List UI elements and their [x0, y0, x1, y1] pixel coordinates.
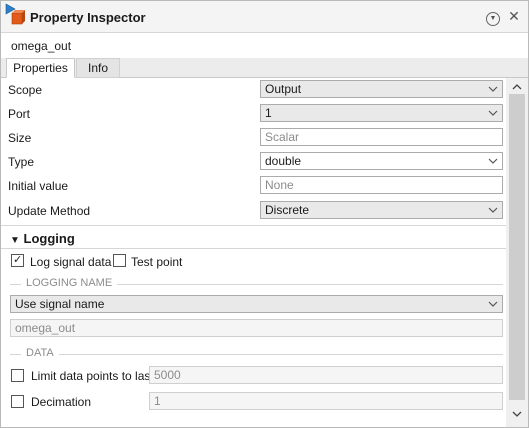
size-input[interactable]: Scalar	[260, 128, 503, 146]
tab-properties[interactable]: Properties	[6, 58, 75, 78]
chevron-down-icon	[488, 297, 498, 311]
scroll-down-icon[interactable]	[509, 406, 525, 422]
tab-strip: Properties Info	[1, 58, 528, 78]
decimation-value: 1	[154, 394, 161, 408]
update-method-label: Update Method	[8, 204, 91, 218]
logging-title: Logging	[23, 231, 75, 246]
close-icon[interactable]: ✕	[505, 7, 523, 25]
collapse-triangle-icon: ▼	[10, 235, 20, 246]
scroll-up-icon[interactable]	[509, 79, 525, 95]
logging-name-mode-dropdown[interactable]: Use signal name	[10, 295, 503, 313]
limit-data-points-checkbox[interactable]	[11, 369, 24, 382]
test-point-label: Test point	[131, 255, 183, 269]
type-label: Type	[8, 155, 35, 169]
logging-name-field: omega_out	[10, 319, 503, 337]
port-dropdown[interactable]: 1	[260, 104, 503, 122]
update-method-dropdown[interactable]: Discrete	[260, 201, 503, 219]
object-name: omega_out	[11, 39, 72, 53]
decimation-input: 1	[149, 392, 503, 410]
type-combobox[interactable]: double	[260, 152, 503, 170]
chevron-down-icon	[488, 203, 498, 217]
checkmark-icon: ✓	[13, 254, 23, 266]
logging-name-group-label: LOGGING NAME	[21, 277, 118, 289]
chevron-down-icon	[488, 82, 498, 96]
tab-info[interactable]: Info	[76, 58, 120, 78]
logging-name-mode-value: Use signal name	[15, 297, 105, 311]
scope-value: Output	[265, 82, 302, 96]
update-method-value: Discrete	[265, 203, 310, 217]
size-placeholder: Scalar	[265, 130, 300, 144]
log-signal-data-label: Log signal data	[30, 255, 112, 269]
log-signal-data-checkbox[interactable]: ✓	[11, 254, 24, 267]
scope-dropdown[interactable]: Output	[260, 80, 503, 98]
group-separator	[10, 354, 503, 355]
limit-data-points-value: 5000	[154, 368, 181, 382]
logging-name-value: omega_out	[15, 321, 76, 335]
port-label: Port	[8, 107, 31, 121]
title-bar: Property Inspector ▼ ✕	[1, 1, 528, 33]
port-value: 1	[265, 106, 272, 120]
chevron-down-icon	[488, 154, 498, 172]
size-label: Size	[8, 131, 32, 145]
chevron-down-icon	[488, 106, 498, 120]
initial-value-placeholder: None	[265, 178, 294, 192]
initial-value-input[interactable]: None	[260, 176, 503, 194]
scope-label: Scope	[8, 83, 43, 97]
data-group-label: DATA	[21, 347, 59, 359]
section-divider	[1, 225, 506, 226]
options-menu-icon[interactable]: ▼	[484, 7, 502, 26]
window-title: Property Inspector	[30, 10, 146, 25]
limit-data-points-label: Limit data points to last	[31, 369, 154, 383]
decimation-checkbox[interactable]	[11, 395, 24, 408]
limit-data-points-input: 5000	[149, 366, 503, 384]
properties-panel: Scope Output Port 1 Size Scalar Type dou…	[1, 78, 506, 426]
type-value: double	[265, 154, 302, 168]
simulink-block-icon	[4, 3, 26, 27]
scrollbar-thumb[interactable]	[509, 94, 525, 400]
vertical-scrollbar[interactable]	[506, 78, 528, 427]
logging-section-header[interactable]: ▼ Logging	[10, 231, 75, 246]
property-inspector-window: Property Inspector ▼ ✕ omega_out Propert…	[0, 0, 529, 428]
test-point-checkbox[interactable]	[113, 254, 126, 267]
decimation-label: Decimation	[31, 395, 92, 409]
object-name-bar: omega_out	[1, 33, 528, 59]
initial-value-label: Initial value	[8, 179, 69, 193]
section-divider	[1, 248, 506, 249]
